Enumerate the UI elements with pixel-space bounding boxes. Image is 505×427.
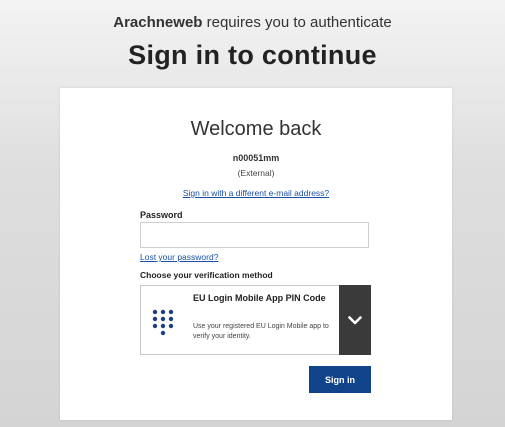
method-dropdown-toggle[interactable]: [339, 285, 371, 355]
username: n00051mm: [232, 153, 280, 163]
lost-password-link[interactable]: Lost your password?: [140, 252, 218, 262]
app-name: Arachneweb: [113, 14, 203, 31]
different-email-link[interactable]: Sign in with a different e-mail address?: [60, 188, 452, 198]
verification-method-label: Choose your verification method: [140, 270, 273, 280]
user-type: (External): [237, 168, 275, 178]
login-card: Welcome back n00051mm (External) Sign in…: [60, 88, 452, 420]
method-title: EU Login Mobile App PIN Code: [193, 293, 326, 303]
method-description: Use your registered EU Login Mobile app …: [193, 323, 329, 340]
welcome-heading: Welcome back: [190, 118, 322, 140]
requires-auth-text: requires you to authenticate: [202, 14, 392, 31]
requires-auth-line: Arachneweb requires you to authenticate: [0, 14, 505, 31]
password-input[interactable]: [140, 222, 369, 248]
keypad-icon: [152, 309, 174, 336]
password-label: Password: [140, 210, 183, 220]
chevron-down-icon: [348, 315, 362, 324]
page-title: Sign in to continue: [128, 40, 377, 70]
sign-in-button[interactable]: Sign in: [309, 366, 371, 393]
verification-method-select[interactable]: EU Login Mobile App PIN Code Use your re…: [140, 285, 371, 355]
